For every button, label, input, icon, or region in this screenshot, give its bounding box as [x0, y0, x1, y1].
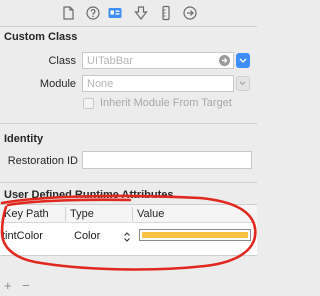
file-inspector-icon[interactable] — [60, 5, 76, 21]
attributes-inspector-icon[interactable] — [133, 5, 149, 21]
class-label: Class — [48, 55, 76, 67]
size-inspector-icon[interactable] — [158, 5, 174, 21]
module-field[interactable]: None — [82, 75, 234, 92]
class-dropdown-button[interactable] — [236, 53, 250, 68]
section-divider — [0, 123, 257, 124]
inherit-module-checkbox[interactable] — [83, 98, 94, 109]
type-cell[interactable]: Color — [74, 227, 100, 245]
identity-inspector-icon[interactable] — [107, 5, 123, 21]
table-row[interactable]: tintColor Color — [0, 223, 257, 251]
color-well[interactable] — [139, 229, 251, 241]
quick-help-icon[interactable] — [85, 5, 101, 21]
restoration-id-label: Restoration ID — [7, 155, 78, 167]
module-dropdown-button[interactable] — [236, 76, 250, 91]
remove-attribute-button[interactable]: − — [22, 278, 30, 293]
module-field-value: None — [87, 78, 114, 90]
column-header-type[interactable]: Type — [66, 205, 133, 223]
chevron-down-icon — [239, 81, 246, 86]
custom-class-title: Custom Class — [4, 31, 78, 43]
key-path-cell[interactable]: tintColor — [2, 227, 43, 245]
go-to-class-icon[interactable] — [219, 55, 230, 66]
identity-title: Identity — [4, 133, 44, 145]
connections-inspector-icon[interactable] — [182, 5, 198, 21]
type-stepper-icon[interactable] — [123, 231, 131, 243]
inspector-toolbar — [0, 0, 257, 27]
chevron-down-icon — [239, 58, 247, 63]
color-swatch — [142, 232, 248, 238]
runtime-attributes-title: User Defined Runtime Attributes — [4, 189, 174, 201]
class-field[interactable]: UITabBar — [82, 52, 234, 69]
runtime-attributes-table: Key Path Type Value tintColor Color — [0, 204, 257, 256]
restoration-id-field[interactable] — [82, 151, 252, 169]
inherit-module-label: Inherit Module From Target — [100, 97, 232, 109]
section-divider — [0, 182, 257, 183]
column-header-value[interactable]: Value — [133, 205, 257, 223]
add-attribute-button[interactable]: + — [4, 278, 12, 293]
class-field-value: UITabBar — [87, 55, 133, 67]
column-header-key-path[interactable]: Key Path — [0, 205, 66, 223]
module-label: Module — [39, 78, 76, 90]
